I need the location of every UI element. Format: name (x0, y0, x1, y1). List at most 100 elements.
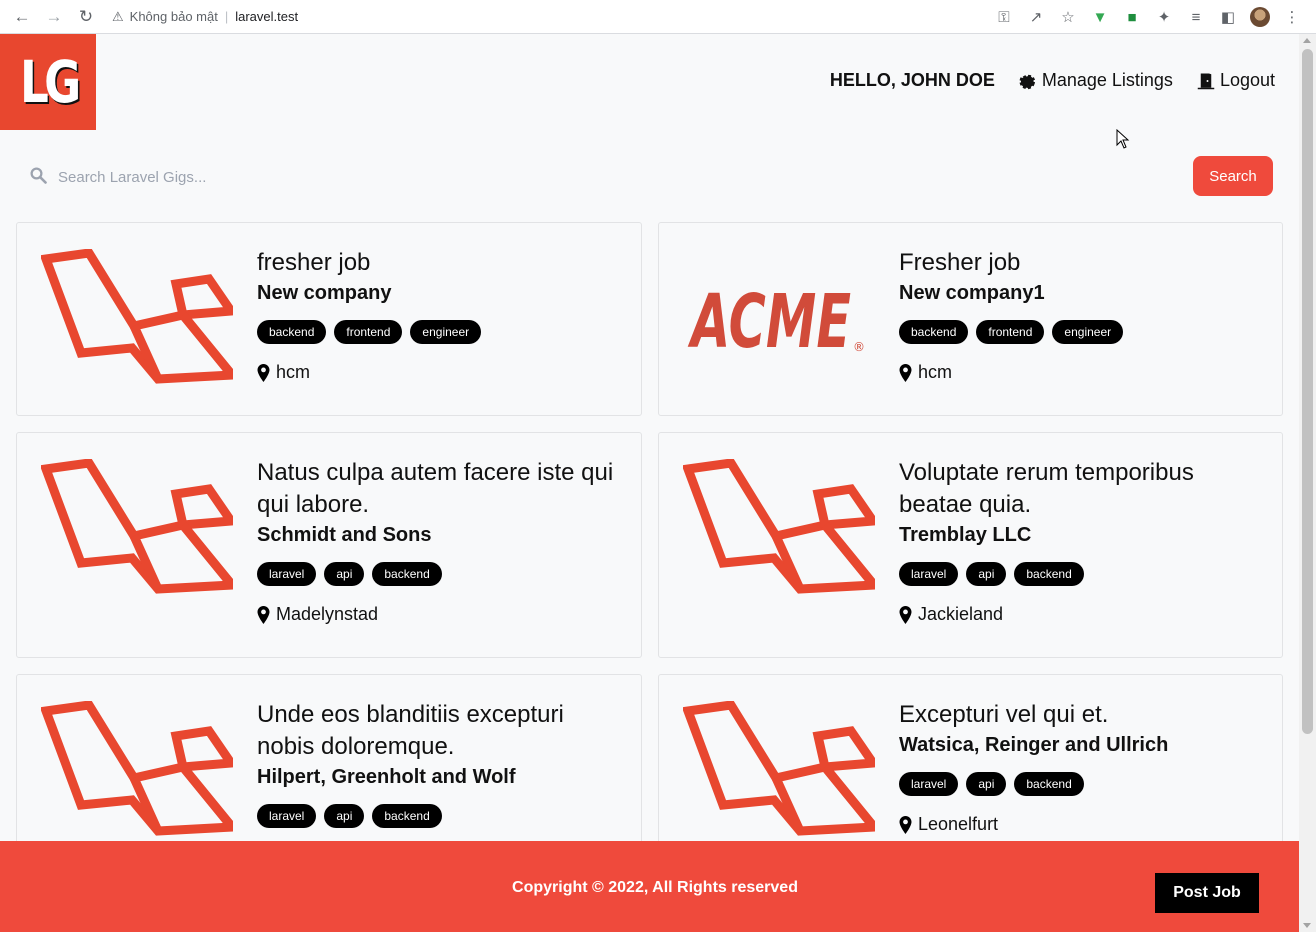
listing-info: Excepturi vel qui et. Watsica, Reinger an… (899, 699, 1262, 835)
scrollbar-thumb[interactable] (1302, 49, 1313, 734)
tag-list: laravel api backend (257, 562, 621, 586)
location-text: Madelynstad (276, 604, 379, 624)
tag-list: backend frontend engineer (257, 320, 621, 344)
scroll-up-icon[interactable] (1303, 38, 1311, 43)
laravel-logo[interactable] (681, 700, 884, 842)
tag-link[interactable]: api (966, 562, 1007, 586)
listing-company: Schmidt and Sons (257, 524, 432, 546)
browser-toolbar: ← → ↻ ⚠ Không bảo mật | laravel.test ⚿ ↗… (0, 0, 1316, 34)
forward-icon[interactable]: → (38, 2, 70, 32)
map-marker-icon (899, 815, 912, 834)
site-logo[interactable]: LG (0, 34, 96, 130)
tag-link[interactable]: laravel (899, 772, 959, 796)
listing-location: Madelynstad (257, 604, 621, 625)
tag-list: laravel api backend (899, 562, 1262, 586)
shield-extension-icon[interactable]: ▼ (1084, 2, 1116, 32)
tag-link[interactable]: engineer (410, 320, 482, 344)
video-extension-icon[interactable]: ■ (1116, 2, 1148, 32)
tag-link[interactable]: api (324, 562, 365, 586)
logout-label: Logout (1219, 70, 1275, 90)
playlist-icon[interactable]: ≡ (1180, 2, 1212, 32)
warning-icon: ⚠ (112, 8, 124, 24)
tag-link[interactable]: engineer (1052, 320, 1124, 344)
tag-link[interactable]: backend (1014, 772, 1084, 796)
tag-link[interactable]: api (966, 772, 1007, 796)
url-text: laravel.test (235, 9, 299, 24)
listing-info: Natus culpa autem facere iste qui qui la… (257, 457, 621, 625)
tag-link[interactable]: backend (372, 562, 442, 586)
map-marker-icon (257, 363, 270, 382)
listing-title[interactable]: Unde eos blanditiis excepturi nobis dolo… (257, 699, 621, 763)
search-bar: Search (16, 150, 1283, 204)
tag-link[interactable]: api (324, 804, 365, 828)
listing-card[interactable]: fresher job New company backend frontend eng… (16, 222, 642, 416)
side-panel-icon[interactable]: ◧ (1212, 2, 1244, 32)
listing-company: New company (257, 282, 392, 304)
laravel-logo[interactable] (39, 700, 242, 842)
acme-logo[interactable]: ACME ® (683, 279, 875, 365)
tag-link[interactable]: backend (899, 320, 969, 344)
door-icon (1197, 73, 1215, 89)
address-bar[interactable]: ⚠ Không bảo mật | laravel.test (112, 2, 298, 32)
location-text: hcm (918, 362, 953, 382)
mouse-cursor-icon (1116, 129, 1130, 149)
location-text: Leonelfurt (918, 814, 999, 834)
listing-card[interactable]: Natus culpa autem facere iste qui qui la… (16, 432, 642, 658)
share-icon[interactable]: ↗ (1020, 2, 1052, 32)
page-scrollbar[interactable] (1299, 34, 1316, 932)
reload-icon[interactable]: ↻ (70, 2, 102, 32)
search-icon (30, 167, 47, 184)
location-text: Jackieland (918, 604, 1004, 624)
listing-card[interactable]: Voluptate rerum temporibus beatae quia. T… (658, 432, 1283, 658)
listing-info: fresher job New company backend frontend eng… (257, 247, 621, 383)
laravel-logo[interactable] (681, 458, 884, 600)
search-input[interactable] (16, 150, 1283, 204)
insecure-label: Không bảo mật (129, 9, 218, 24)
listing-company: New company1 (899, 282, 1045, 304)
listing-info: Voluptate rerum temporibus beatae quia. T… (899, 457, 1262, 625)
map-marker-icon (899, 605, 912, 624)
profile-avatar[interactable] (1244, 2, 1276, 32)
tag-link[interactable]: laravel (257, 562, 317, 586)
tag-link[interactable]: backend (1014, 562, 1084, 586)
tag-list: laravel api backend (257, 804, 621, 828)
tag-link[interactable]: backend (372, 804, 442, 828)
scroll-down-icon[interactable] (1303, 923, 1311, 928)
listing-location: hcm (257, 362, 621, 383)
map-marker-icon (257, 605, 270, 624)
tag-link[interactable]: frontend (976, 320, 1045, 344)
star-icon[interactable]: ☆ (1052, 2, 1084, 32)
logout-link[interactable]: Logout (1197, 70, 1275, 91)
user-greeting: HELLO, JOHN DOE (829, 70, 995, 90)
tag-link[interactable]: frontend (334, 320, 403, 344)
laravel-logo[interactable] (39, 458, 242, 600)
search-button[interactable]: Search (1193, 156, 1273, 196)
listing-title[interactable]: Natus culpa autem facere iste qui qui la… (257, 457, 621, 521)
puzzle-icon[interactable]: ✦ (1148, 2, 1180, 32)
tag-list: laravel api backend (899, 772, 1262, 796)
manage-listings-link[interactable]: Manage Listings (1019, 70, 1173, 91)
post-job-button[interactable]: Post Job (1155, 873, 1259, 913)
listing-title[interactable]: Fresher job (899, 247, 1262, 279)
map-marker-icon (899, 363, 912, 382)
listing-title[interactable]: Excepturi vel qui et. (899, 699, 1262, 731)
listing-title[interactable]: Voluptate rerum temporibus beatae quia. (899, 457, 1262, 521)
back-icon[interactable]: ← (6, 2, 38, 32)
manage-listings-label: Manage Listings (1041, 70, 1173, 90)
tag-link[interactable]: laravel (899, 562, 959, 586)
listing-title[interactable]: fresher job (257, 247, 621, 279)
tag-link[interactable]: backend (257, 320, 327, 344)
key-icon[interactable]: ⚿ (988, 2, 1020, 32)
footer: Copyright © 2022, All Rights reserved Po… (0, 841, 1299, 932)
top-nav: HELLO, JOHN DOE Manage Listings Logout (830, 70, 1275, 91)
logo-text: LG (19, 48, 81, 116)
acme-logo-text: ACME (688, 283, 851, 355)
copyright-text: Copyright © 2022, All Rights reserved (512, 879, 798, 896)
location-text: hcm (276, 362, 311, 382)
laravel-logo[interactable] (39, 248, 242, 390)
gear-icon (1019, 74, 1035, 89)
address-separator: | (224, 9, 229, 24)
menu-icon[interactable]: ⋮ (1276, 2, 1308, 32)
tag-link[interactable]: laravel (257, 804, 317, 828)
listing-card[interactable]: ACME ® Fresher job New company1 backend front… (658, 222, 1283, 416)
